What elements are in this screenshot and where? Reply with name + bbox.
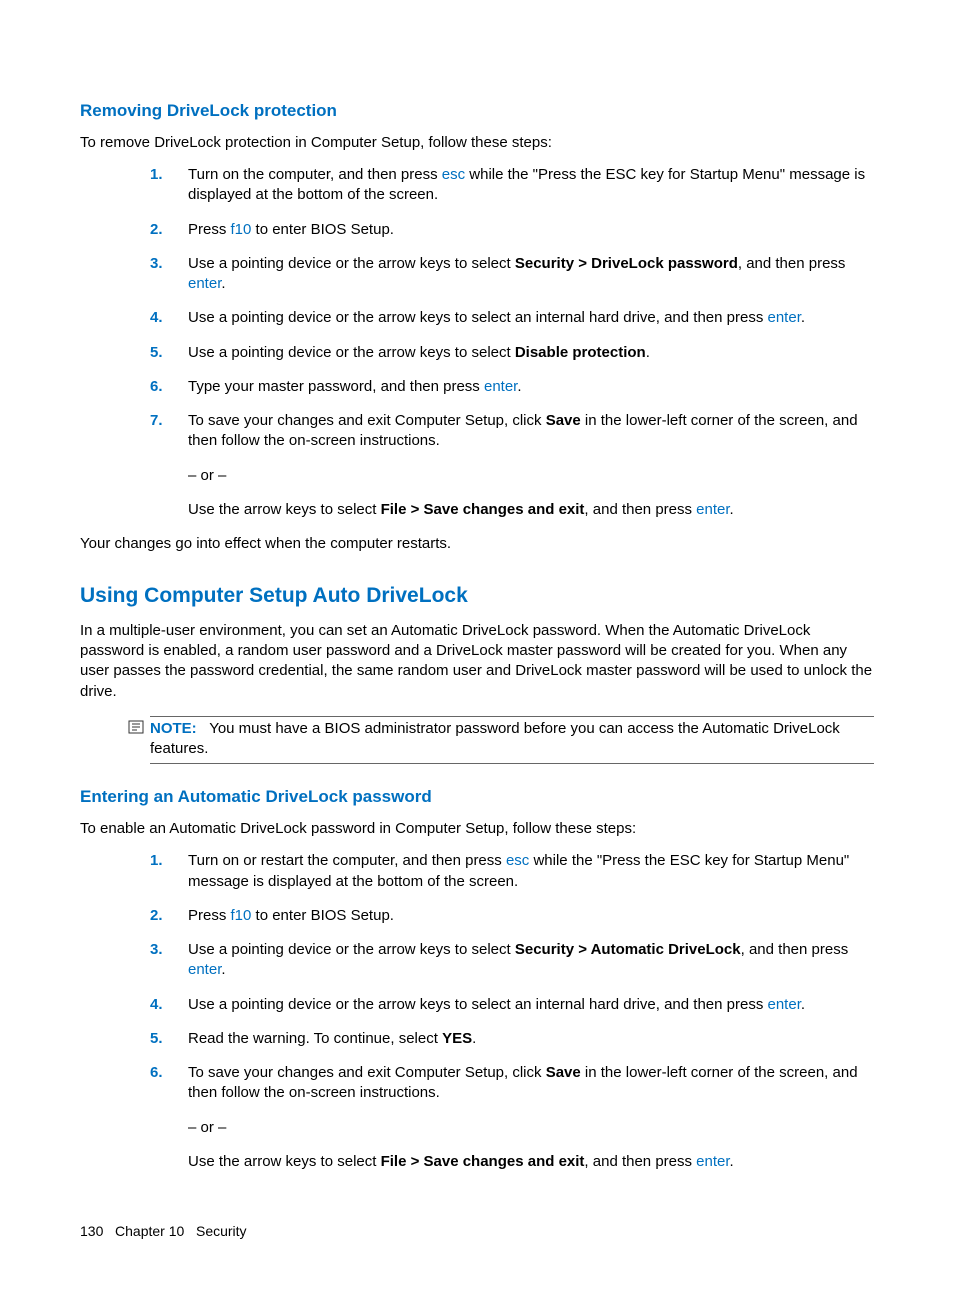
key-enter: enter xyxy=(188,275,221,292)
list-item: 1. Turn on or restart the computer, and … xyxy=(150,851,874,892)
note-text: You must have a BIOS administrator passw… xyxy=(150,720,840,757)
note-block: NOTE: You must have a BIOS administrator… xyxy=(128,716,874,765)
step-text: Use a pointing device or the arrow keys … xyxy=(188,940,874,981)
key-esc: esc xyxy=(442,166,465,183)
intro-text: To remove DriveLock protection in Comput… xyxy=(80,133,874,153)
step-number: 5. xyxy=(150,1029,188,1049)
chapter-title: Security xyxy=(196,1223,247,1239)
list-item: 3. Use a pointing device or the arrow ke… xyxy=(150,940,874,981)
key-enter: enter xyxy=(188,961,221,978)
note-body: NOTE: You must have a BIOS administrator… xyxy=(150,716,874,765)
step-text: To save your changes and exit Computer S… xyxy=(188,1063,874,1172)
alt-text: Use the arrow keys to select File > Save… xyxy=(188,500,874,520)
step-number: 6. xyxy=(150,377,188,397)
step-text: Type your master password, and then pres… xyxy=(188,377,874,397)
list-item: 5. Use a pointing device or the arrow ke… xyxy=(150,343,874,363)
note-label: NOTE: xyxy=(150,720,197,737)
step-number: 4. xyxy=(150,995,188,1015)
step-text: To save your changes and exit Computer S… xyxy=(188,411,874,520)
heading-entering-auto-drivelock: Entering an Automatic DriveLock password xyxy=(80,786,874,809)
page-footer: 130 Chapter 10 Security xyxy=(80,1222,874,1241)
key-enter: enter xyxy=(696,1153,729,1170)
step-text: Use a pointing device or the arrow keys … xyxy=(188,995,874,1015)
list-item: 7. To save your changes and exit Compute… xyxy=(150,411,874,520)
step-text: Turn on or restart the computer, and the… xyxy=(188,851,874,892)
step-number: 2. xyxy=(150,906,188,926)
list-item: 3. Use a pointing device or the arrow ke… xyxy=(150,254,874,295)
step-number: 2. xyxy=(150,220,188,240)
key-f10: f10 xyxy=(231,907,252,924)
steps-list-1: 1. Turn on the computer, and then press … xyxy=(150,165,874,520)
list-item: 1. Turn on the computer, and then press … xyxy=(150,165,874,206)
key-enter: enter xyxy=(696,501,729,518)
step-text: Press f10 to enter BIOS Setup. xyxy=(188,220,874,240)
step-number: 1. xyxy=(150,851,188,892)
step-text: Use a pointing device or the arrow keys … xyxy=(188,254,874,295)
step-text: Use a pointing device or the arrow keys … xyxy=(188,308,874,328)
step-text: Use a pointing device or the arrow keys … xyxy=(188,343,874,363)
steps-list-2: 1. Turn on or restart the computer, and … xyxy=(150,851,874,1172)
heading-removing-drivelock: Removing DriveLock protection xyxy=(80,100,874,123)
key-enter: enter xyxy=(768,996,801,1013)
list-item: 6. Type your master password, and then p… xyxy=(150,377,874,397)
chapter-label: Chapter 10 xyxy=(115,1223,184,1239)
list-item: 5. Read the warning. To continue, select… xyxy=(150,1029,874,1049)
or-divider: – or – xyxy=(188,466,874,486)
list-item: 2. Press f10 to enter BIOS Setup. xyxy=(150,906,874,926)
step-number: 4. xyxy=(150,308,188,328)
key-enter: enter xyxy=(484,378,517,395)
step-number: 1. xyxy=(150,165,188,206)
heading-auto-drivelock: Using Computer Setup Auto DriveLock xyxy=(80,582,874,610)
key-enter: enter xyxy=(768,309,801,326)
page-number: 130 xyxy=(80,1223,103,1239)
step-number: 6. xyxy=(150,1063,188,1172)
outro-text: Your changes go into effect when the com… xyxy=(80,534,874,554)
step-text: Read the warning. To continue, select YE… xyxy=(188,1029,874,1049)
or-divider: – or – xyxy=(188,1118,874,1138)
step-number: 3. xyxy=(150,254,188,295)
intro-text: To enable an Automatic DriveLock passwor… xyxy=(80,819,874,839)
list-item: 2. Press f10 to enter BIOS Setup. xyxy=(150,220,874,240)
step-number: 3. xyxy=(150,940,188,981)
intro-text: In a multiple-user environment, you can … xyxy=(80,621,874,702)
step-text: Turn on the computer, and then press esc… xyxy=(188,165,874,206)
key-f10: f10 xyxy=(231,221,252,238)
step-text: Press f10 to enter BIOS Setup. xyxy=(188,906,874,926)
alt-text: Use the arrow keys to select File > Save… xyxy=(188,1152,874,1172)
list-item: 4. Use a pointing device or the arrow ke… xyxy=(150,308,874,328)
note-icon xyxy=(128,716,150,765)
list-item: 4. Use a pointing device or the arrow ke… xyxy=(150,995,874,1015)
key-esc: esc xyxy=(506,852,529,869)
list-item: 6. To save your changes and exit Compute… xyxy=(150,1063,874,1172)
step-number: 5. xyxy=(150,343,188,363)
step-number: 7. xyxy=(150,411,188,520)
